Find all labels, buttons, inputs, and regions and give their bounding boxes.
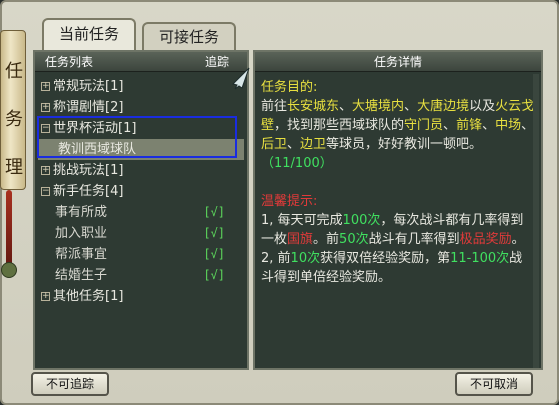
task-detail-text: 任务目的: 前往长安城东、大塘境内、大唐边境以及火云戈壁，找到那些西域球队的守门… [255,72,541,287]
task-item-join-class[interactable]: 加入职业 [√] [35,223,247,244]
task-item-achievement[interactable]: 事有所成 [√] [35,202,247,223]
tip-1: 1, 每天可完成100次，每次战斗都有几率得到一枚国旗。前50次战斗有几率得到极… [261,213,525,247]
goal-label: 任务目的: [261,80,318,95]
untrack-button[interactable]: 不可追踪 [31,372,109,396]
completed-check: [√] [203,205,225,219]
goal-description: 前往长安城东、大塘境内、大唐边境以及火云戈壁，找到那些西域球队的守门员、前锋、中… [261,99,535,152]
task-detail-panel: 任务详情 任务目的: 前往长安城东、大塘境内、大唐边境以及火云戈壁，找到那些西域… [253,50,543,370]
task-category-regular[interactable]: + 常规玩法[1] [35,76,247,97]
task-category-label: 其他任务[1] [53,289,124,304]
scroll-char-1: 任 [5,61,23,82]
tab-available-tasks[interactable]: 可接任务 [142,22,236,50]
task-tree: + 常规玩法[1] + 称谓剧情[2] − 世界杯活动[1] 教训西域球队 + 挑战玩法… [35,72,247,307]
track-button[interactable]: 追踪 [205,52,229,72]
task-item-marriage[interactable]: 结婚生子 [√] [35,265,247,286]
task-category-challenge[interactable]: + 挑战玩法[1] [35,160,247,181]
task-category-newbie[interactable]: − 新手任务[4] [35,181,247,202]
task-category-label: 挑战玩法[1] [53,163,124,178]
expand-icon[interactable]: + [41,166,50,175]
collapse-icon[interactable]: − [41,187,50,196]
cancel-task-button[interactable]: 不可取消 [455,372,533,396]
detail-scrollbar[interactable] [533,74,539,368]
task-category-label: 新手任务[4] [53,184,124,199]
task-list-panel: 任务列表 追踪 + 常规玩法[1] + 称谓剧情[2] − 世界杯活动[1] 教训西域… [33,50,249,370]
task-category-label: 常规玩法[1] [53,79,124,94]
task-list-title: 任务列表 [45,55,94,69]
task-item-label: 帮派事宜 [55,247,108,262]
task-category-title-story[interactable]: + 称谓剧情[2] [35,97,247,118]
tip-2: 2, 前10次获得双倍经验奖励，第11-100次战斗得到单倍经验奖励。 [261,251,523,285]
expand-icon[interactable]: + [41,103,50,112]
tab-current-tasks[interactable]: 当前任务 [42,18,136,50]
task-item-guild-affairs[interactable]: 帮派事宜 [√] [35,244,247,265]
scroll-decoration: 任 务 理 [0,30,26,190]
expand-icon[interactable]: + [41,292,50,301]
task-list-header: 任务列表 追踪 [35,52,247,72]
cursor-pointer-icon [232,67,250,90]
selection-highlight [37,116,237,158]
expand-icon[interactable]: + [41,82,50,91]
task-progress: （11/100） [261,156,333,171]
task-detail-header: 任务详情 [255,52,541,72]
scroll-char-3: 理 [5,157,23,178]
task-item-label: 加入职业 [55,226,108,241]
task-category-other[interactable]: + 其他任务[1] [35,286,247,307]
tip-label: 温馨提示: [261,194,318,209]
scroll-char-2: 务 [5,109,23,130]
tassel-bead [1,262,17,278]
completed-check: [√] [203,247,225,261]
task-category-label: 称谓剧情[2] [53,100,124,115]
task-item-label: 事有所成 [55,205,108,220]
completed-check: [√] [203,268,225,282]
task-item-label: 结婚生子 [55,268,108,283]
completed-check: [√] [203,226,225,240]
tassel-decoration [6,190,12,270]
